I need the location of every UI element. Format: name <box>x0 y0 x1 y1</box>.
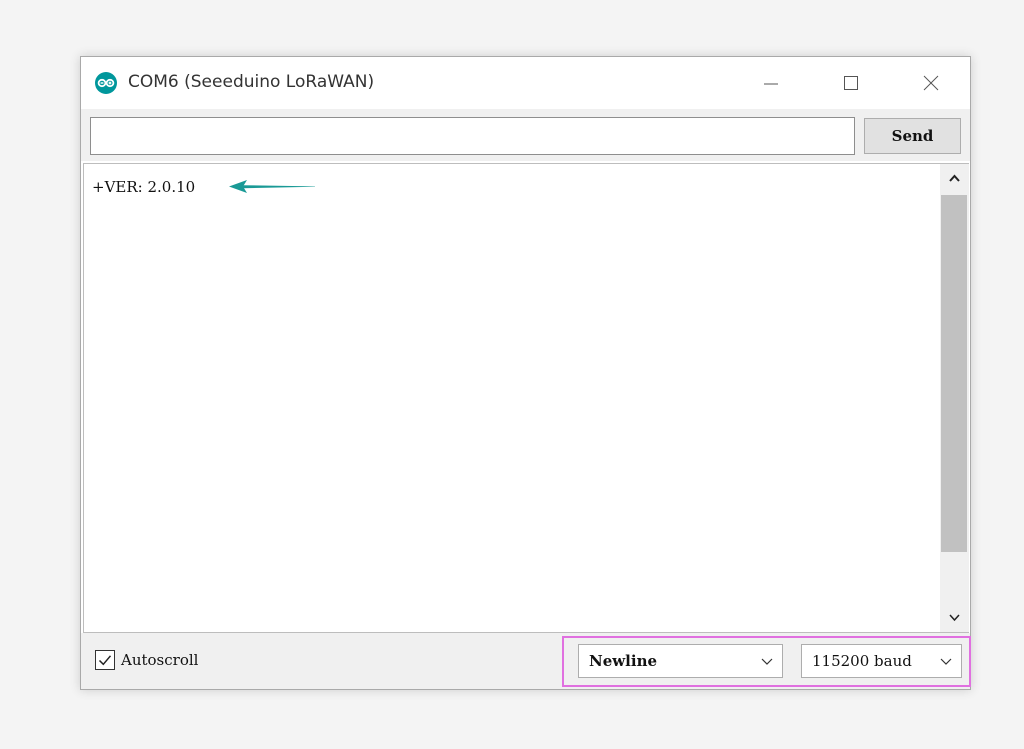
output-line: +VER: 2.0.10 <box>92 178 196 196</box>
vertical-scrollbar[interactable] <box>940 163 969 633</box>
arrow-left-icon <box>229 180 315 193</box>
serial-output[interactable]: +VER: 2.0.10 <box>83 163 940 633</box>
maximize-icon[interactable] <box>834 69 868 97</box>
baud-rate-value: 115200 baud <box>812 652 912 670</box>
autoscroll-label: Autoscroll <box>121 651 199 669</box>
send-button[interactable]: Send <box>864 118 961 154</box>
chevron-down-icon <box>940 658 952 665</box>
minimize-icon[interactable] <box>754 69 788 97</box>
baud-rate-select[interactable]: 115200 baud <box>801 644 962 678</box>
arduino-logo-icon <box>95 72 117 94</box>
close-icon[interactable] <box>914 69 948 97</box>
checkmark-icon <box>98 655 112 666</box>
autoscroll-option[interactable]: Autoscroll <box>95 650 198 670</box>
line-ending-select[interactable]: Newline <box>578 644 783 678</box>
bottom-bar: Autoscroll Newline 115200 baud <box>81 633 971 689</box>
chevron-down-icon <box>761 658 773 665</box>
serial-monitor-window: COM6 (Seeeduino LoRaWAN) Send +VER: 2.0.… <box>80 56 971 690</box>
window-title: COM6 (Seeeduino LoRaWAN) <box>128 72 375 92</box>
title-bar: COM6 (Seeeduino LoRaWAN) <box>81 57 970 109</box>
autoscroll-checkbox[interactable] <box>95 650 115 670</box>
scrollbar-thumb[interactable] <box>941 195 967 552</box>
scroll-up-icon[interactable] <box>940 164 969 194</box>
scroll-down-icon[interactable] <box>940 602 969 632</box>
serial-input[interactable] <box>90 117 855 155</box>
line-ending-value: Newline <box>589 652 658 670</box>
send-row: Send <box>81 109 970 161</box>
